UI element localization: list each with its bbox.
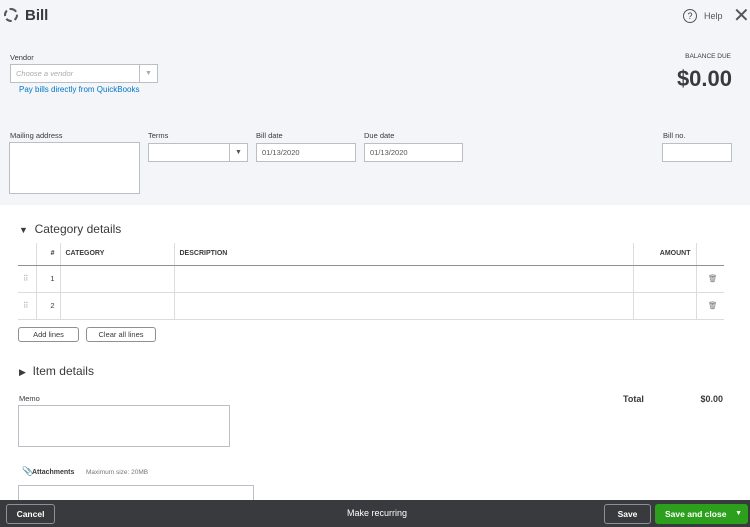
clear-all-lines-button[interactable]: Clear all lines [86, 327, 156, 342]
category-details-toggle[interactable]: ▼ Category details [19, 222, 121, 236]
memo-label: Memo [19, 394, 40, 403]
caret-right-icon: ▶ [19, 367, 26, 377]
add-lines-button[interactable]: Add lines [18, 327, 79, 342]
save-button[interactable]: Save [604, 504, 651, 524]
help-link[interactable]: Help [704, 11, 723, 21]
history-icon[interactable] [4, 8, 18, 22]
cancel-button[interactable]: Cancel [6, 504, 55, 524]
page-title: Bill [25, 7, 49, 24]
col-number: # [36, 243, 61, 266]
bill-no-field[interactable] [662, 143, 732, 162]
terms-label: Terms [148, 131, 169, 140]
table-row[interactable]: ⠿ 2 🗑 [18, 292, 724, 320]
caret-down-icon: ▼ [19, 225, 28, 235]
table-row[interactable]: ⠿ 1 🗑 [18, 265, 724, 293]
category-table: # CATEGORY DESCRIPTION AMOUNT ⠿ 1 🗑 ⠿ 2 🗑 [18, 243, 724, 320]
vendor-placeholder: Choose a vendor [16, 69, 74, 78]
balance-value: $0.00 [676, 66, 732, 91]
total-value: $0.00 [700, 394, 723, 404]
mailing-label: Mailing address [10, 131, 63, 140]
vendor-select[interactable]: Choose a vendor ▼ [10, 64, 158, 83]
due-date-label: Due date [364, 131, 395, 140]
total-label: Total [623, 394, 644, 404]
bill-date-field[interactable]: 01/13/2020 [256, 143, 356, 162]
help-icon[interactable]: ? [683, 9, 697, 23]
memo-field[interactable] [18, 405, 230, 447]
chevron-down-icon[interactable]: ▼ [139, 65, 157, 82]
attachments-max: Maximum size: 20MB [86, 469, 149, 476]
save-and-close-button[interactable]: Save and close ▼ [655, 504, 748, 524]
bill-date-label: Bill date [256, 131, 283, 140]
col-amount: AMOUNT [633, 243, 697, 266]
chevron-down-icon[interactable]: ▼ [735, 505, 742, 523]
mailing-address-field[interactable] [9, 142, 140, 194]
col-category: CATEGORY [60, 243, 175, 266]
terms-select[interactable]: ▼ [148, 143, 248, 162]
make-recurring-link[interactable]: Make recurring [347, 508, 407, 518]
balance-label: BALANCE DUE [685, 53, 731, 60]
chevron-down-icon[interactable]: ▼ [229, 144, 247, 161]
pay-bills-link[interactable]: Pay bills directly from QuickBooks [19, 85, 139, 94]
col-description: DESCRIPTION [174, 243, 634, 266]
bill-no-label: Bill no. [663, 131, 686, 140]
trash-icon[interactable]: 🗑 [696, 292, 724, 320]
close-icon[interactable]: ✕ [733, 3, 750, 28]
vendor-label: Vendor [10, 53, 34, 62]
footer-bar: Cancel Make recurring Save Save and clos… [0, 500, 750, 527]
attachments-label: Attachments [32, 469, 75, 476]
save-and-close-label: Save and close [665, 509, 727, 519]
due-date-field[interactable]: 01/13/2020 [364, 143, 463, 162]
drag-handle-icon[interactable]: ⠿ [18, 292, 37, 320]
item-title: Item details [32, 364, 94, 378]
trash-icon[interactable]: 🗑 [696, 265, 724, 293]
category-title: Category details [34, 222, 122, 236]
drag-handle-icon[interactable]: ⠿ [18, 265, 37, 293]
item-details-toggle[interactable]: ▶ Item details [19, 364, 94, 378]
